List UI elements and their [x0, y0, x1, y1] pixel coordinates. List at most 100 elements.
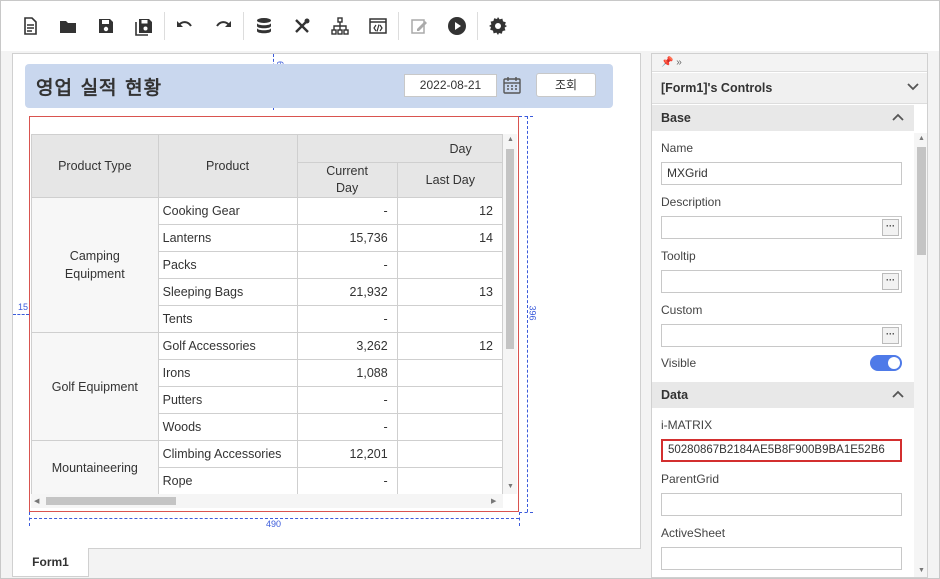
date-input[interactable]: 2022-08-21 [404, 74, 497, 97]
tools-icon [295, 18, 310, 33]
edit-button[interactable] [400, 7, 438, 45]
cell-last-day[interactable] [396, 440, 503, 468]
cell-current-day[interactable]: 15,736 [296, 224, 398, 252]
custom-field[interactable]: ··· [661, 324, 902, 347]
cell-current-day[interactable]: - [296, 386, 398, 414]
mx-grid[interactable]: Product Type Product Day Current Day Las… [29, 116, 519, 512]
table-row[interactable]: Mountaineering Climbing Accessories 12,201 [31, 440, 503, 494]
settings-button[interactable] [479, 7, 517, 45]
scroll-thumb[interactable] [46, 497, 176, 505]
cell-last-day[interactable] [396, 305, 503, 333]
header-band[interactable]: 영업 실적 현황 2022-08-21 조회 [25, 64, 613, 108]
grid-horizontal-scrollbar[interactable]: ◀ ▶ [31, 494, 503, 508]
cell-product[interactable]: Climbing Accessories [157, 440, 298, 468]
cell-last-day[interactable]: 12 [396, 197, 503, 225]
cell-product-type[interactable]: Camping Equipment [31, 197, 159, 333]
scroll-thumb[interactable] [506, 149, 514, 349]
table-row[interactable]: Camping Equipment Cooking Gear -12 [31, 197, 503, 333]
cell-product[interactable]: Woods [157, 413, 298, 441]
visible-toggle[interactable] [870, 355, 902, 371]
database-button[interactable] [245, 7, 283, 45]
cell-product-type[interactable]: Mountaineering [31, 440, 159, 494]
cell-product[interactable]: Irons [157, 359, 298, 387]
scroll-left-arrow-icon[interactable]: ◀ [34, 497, 39, 505]
header-day[interactable]: Day [296, 134, 503, 163]
save-all-button[interactable] [125, 7, 163, 45]
section-base[interactable]: Base [652, 105, 914, 131]
double-chevron-right-icon[interactable]: » [676, 57, 682, 68]
header-last-day[interactable]: Last Day [396, 162, 503, 198]
cell-product-type[interactable]: Golf Equipment [31, 332, 159, 441]
cell-product[interactable]: Sleeping Bags [157, 278, 298, 306]
description-field[interactable]: ··· [661, 216, 902, 239]
design-canvas[interactable]: 62 영업 실적 현황 2022-08-21 조회 15 490 396 Pro… [12, 53, 641, 549]
data-grid[interactable]: Product Type Product Day Current Day Las… [31, 134, 503, 494]
name-field[interactable]: MXGrid [661, 162, 902, 185]
section-data[interactable]: Data [652, 382, 914, 408]
ellipsis-icon[interactable]: ··· [882, 219, 899, 236]
cell-product[interactable]: Tents [157, 305, 298, 333]
header-product-type[interactable]: Product Type [31, 134, 159, 198]
cell-last-day[interactable] [396, 467, 503, 494]
grid-vertical-scrollbar[interactable]: ▲ ▼ [503, 134, 517, 494]
edit-icon [411, 19, 427, 34]
cell-last-day[interactable] [396, 359, 503, 387]
chevron-up-icon[interactable] [892, 113, 904, 121]
new-file-button[interactable] [11, 7, 49, 45]
cell-product[interactable]: Rope [157, 467, 298, 494]
panel-scrollbar[interactable]: ▲ ▼ [914, 133, 927, 577]
cell-current-day[interactable]: 3,262 [296, 332, 398, 360]
panel-title[interactable]: [Form1]'s Controls [652, 73, 927, 104]
redo-button[interactable] [204, 7, 242, 45]
hierarchy-button[interactable] [321, 7, 359, 45]
table-row[interactable]: Golf Equipment Golf Accessories 3,262 12 [31, 332, 503, 441]
cell-current-day[interactable]: 1,088 [296, 359, 398, 387]
scroll-up-arrow-icon[interactable]: ▲ [507, 136, 514, 143]
code-button[interactable] [359, 7, 397, 45]
cell-current-day[interactable]: - [296, 251, 398, 279]
undo-button[interactable] [166, 7, 204, 45]
cell-product[interactable]: Golf Accessories [157, 332, 298, 360]
scroll-right-arrow-icon[interactable]: ▶ [491, 497, 496, 505]
save-button[interactable] [87, 7, 125, 45]
cell-current-day[interactable]: - [296, 197, 398, 225]
activesheet-field[interactable] [661, 547, 902, 570]
scroll-up-arrow-icon[interactable]: ▲ [918, 135, 925, 142]
panel-title-text: [Form1]'s Controls [661, 81, 773, 95]
cell-current-day[interactable]: 12,201 [296, 440, 398, 468]
search-button[interactable]: 조회 [536, 73, 596, 97]
cell-product[interactable]: Lanterns [157, 224, 298, 252]
cell-last-day[interactable]: 14 [396, 224, 503, 252]
cell-last-day[interactable] [396, 251, 503, 279]
tab-form1[interactable]: Form1 [12, 548, 89, 577]
cell-product[interactable]: Putters [157, 386, 298, 414]
calendar-icon[interactable] [502, 75, 522, 95]
scroll-down-arrow-icon[interactable]: ▼ [918, 567, 925, 574]
open-button[interactable] [49, 7, 87, 45]
panel-pin-bar: 📌 » [652, 54, 927, 72]
ellipsis-icon[interactable]: ··· [882, 327, 899, 344]
cell-current-day[interactable]: - [296, 413, 398, 441]
ellipsis-icon[interactable]: ··· [882, 273, 899, 290]
cell-current-day[interactable]: - [296, 305, 398, 333]
header-current-day[interactable]: Current Day [296, 162, 398, 198]
pin-icon[interactable]: 📌 [661, 57, 673, 68]
parentgrid-field[interactable] [661, 493, 902, 516]
cell-product[interactable]: Packs [157, 251, 298, 279]
imatrix-field[interactable]: 50280867B2184AE5B8F900B9BA1E52B6 [661, 439, 902, 462]
cell-last-day[interactable] [396, 386, 503, 414]
scroll-down-arrow-icon[interactable]: ▼ [507, 483, 514, 490]
run-button[interactable] [438, 7, 476, 45]
header-product[interactable]: Product [157, 134, 298, 198]
chevron-down-icon[interactable] [907, 83, 919, 91]
chevron-up-icon[interactable] [892, 390, 904, 398]
cell-last-day[interactable]: 12 [396, 332, 503, 360]
cell-product[interactable]: Cooking Gear [157, 197, 298, 225]
cell-last-day[interactable]: 13 [396, 278, 503, 306]
cell-current-day[interactable]: - [296, 467, 398, 494]
cell-current-day[interactable]: 21,932 [296, 278, 398, 306]
scroll-thumb[interactable] [917, 147, 926, 255]
tooltip-field[interactable]: ··· [661, 270, 902, 293]
cell-last-day[interactable] [396, 413, 503, 441]
tools-button[interactable] [283, 7, 321, 45]
